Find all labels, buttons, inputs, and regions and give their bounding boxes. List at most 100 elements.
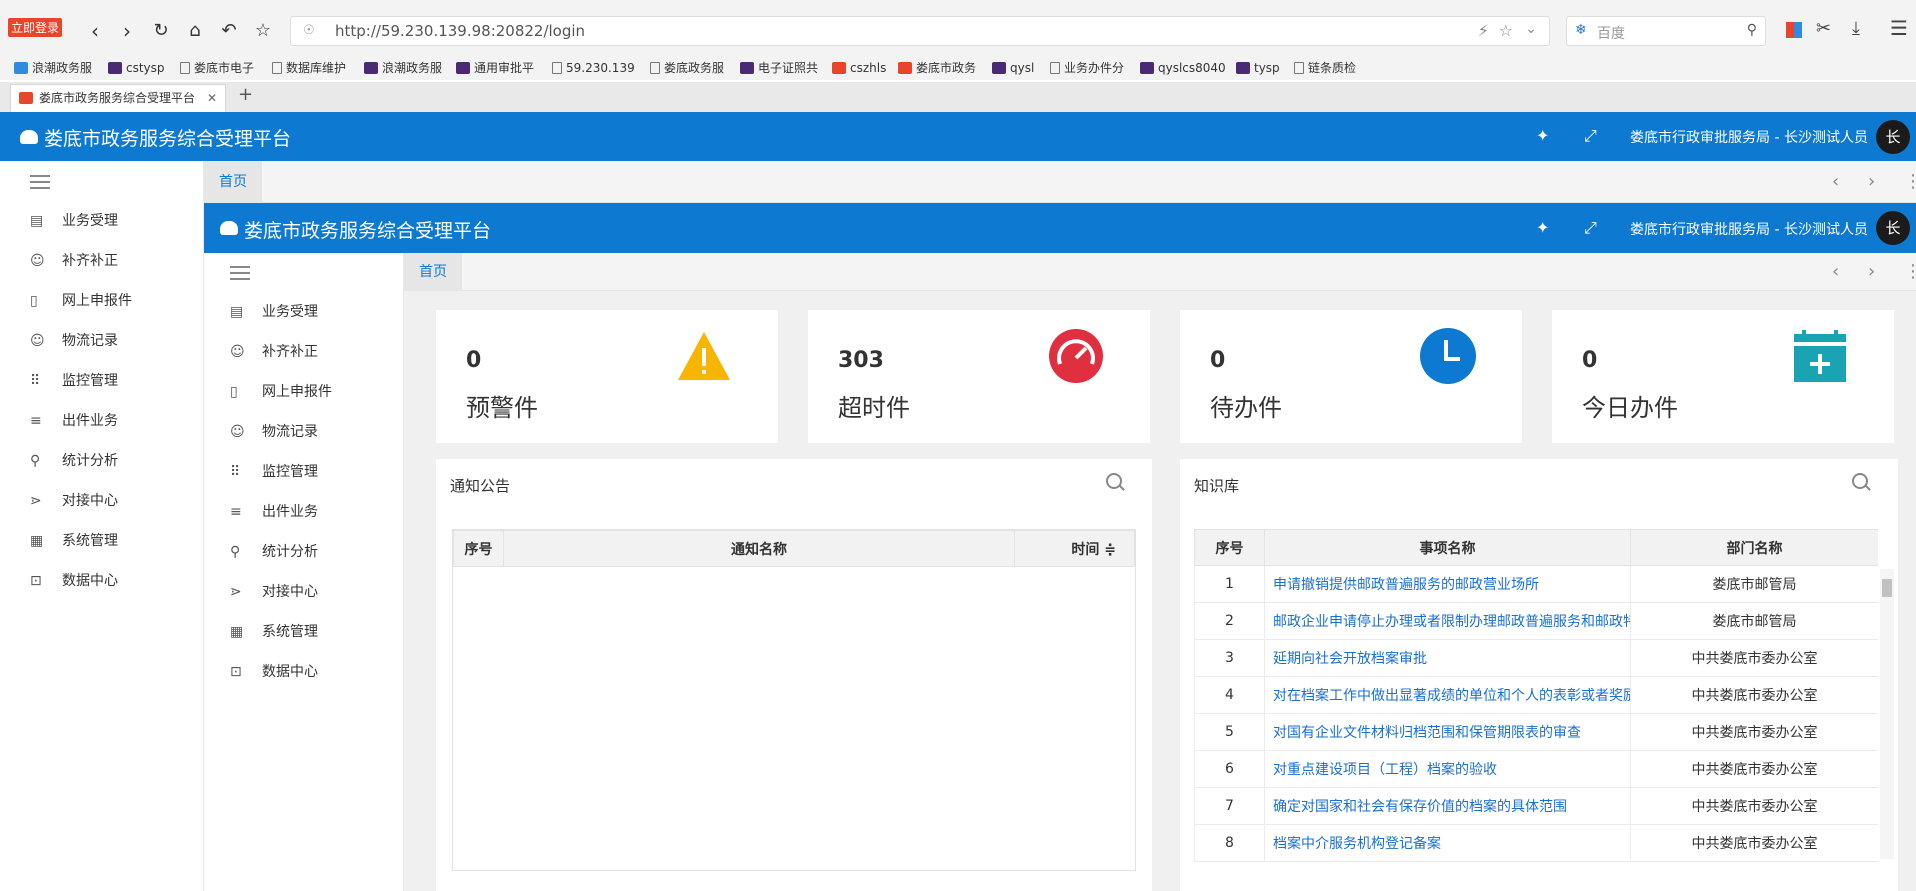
chevron-right-icon[interactable]: ›: [1868, 171, 1875, 192]
sidebar-item-outgoing[interactable]: ≡ 出件业务: [0, 401, 200, 441]
bookmark-item[interactable]: qysl: [992, 59, 1036, 77]
user-info[interactable]: 娄底市行政审批服务局 - 长沙测试人员: [1630, 127, 1868, 147]
item-link[interactable]: 延期向社会开放档案审批: [1264, 639, 1631, 677]
bookmark-item[interactable]: qyslcs8040: [1140, 59, 1226, 77]
undo-icon[interactable]: ↶: [216, 18, 242, 44]
hamburger-icon[interactable]: [30, 175, 50, 189]
table-row[interactable]: 3 延期向社会开放档案审批 中共娄底市委办公室: [1194, 639, 1878, 677]
apps-grid-icon[interactable]: [1786, 22, 1802, 38]
sidebar-item-logistics[interactable]: ☺ 物流记录: [0, 321, 200, 361]
forward-icon[interactable]: ›: [114, 18, 140, 44]
inner-sidebar-item-monitor[interactable]: ⠿ 监控管理: [204, 452, 404, 492]
item-link[interactable]: 对重点建设项目（工程）档案的验收: [1264, 750, 1631, 788]
item-link[interactable]: 申请撤销提供邮政普遍服务的邮政营业场所: [1264, 565, 1631, 603]
bookmark-item[interactable]: 浪潮政务服: [364, 59, 446, 77]
stat-card-overdue[interactable]: 303 超时件: [808, 310, 1150, 443]
sidebar-item-business[interactable]: ▤ 业务受理: [0, 201, 200, 241]
home-icon[interactable]: ⌂: [182, 18, 208, 44]
fullscreen-icon[interactable]: ⤢: [1584, 126, 1597, 146]
bookmark-item[interactable]: 电子证照共: [740, 59, 820, 77]
sidebar-item-system[interactable]: ▦ 系统管理: [0, 521, 200, 561]
sidebar-item-supplement[interactable]: ☺ 补齐补正: [0, 241, 200, 281]
refresh-icon[interactable]: ↻: [148, 18, 174, 44]
bookmark-item[interactable]: 链条质检: [1294, 59, 1370, 77]
item-link[interactable]: 确定对国家和社会有保存价值的档案的具体范围: [1264, 787, 1631, 825]
bookmark-item[interactable]: 浪潮政务服: [14, 59, 96, 77]
scrollbar[interactable]: [1880, 569, 1894, 859]
sidebar-item-monitor[interactable]: ⠿ 监控管理: [0, 361, 200, 401]
star-icon[interactable]: ☆: [250, 18, 276, 44]
url-text[interactable]: http://59.230.139.98:20822/login: [335, 22, 585, 40]
inner-avatar[interactable]: 长: [1876, 211, 1910, 245]
back-icon[interactable]: ‹: [82, 18, 108, 44]
browser-tab[interactable]: 娄底市政务服务综合受理平台 ✕: [10, 84, 226, 112]
address-bar[interactable]: ☉ http://59.230.139.98:20822/login ⚡ ☆ ⌄: [290, 16, 1550, 46]
table-row[interactable]: 8 档案中介服务机构登记备案 中共娄底市委办公室: [1194, 824, 1878, 862]
chevron-left-icon[interactable]: ‹: [1832, 261, 1839, 282]
bookmark-item[interactable]: cszhls: [832, 59, 890, 77]
stat-card-warning[interactable]: 0 预警件: [436, 310, 778, 443]
table-row[interactable]: 4 对在档案工作中做出显著成绩的单位和个人的表彰或者奖励 中共娄底市委办公室: [1194, 676, 1878, 714]
download-icon[interactable]: ⤓: [1852, 18, 1860, 39]
chevron-left-icon[interactable]: ‹: [1832, 171, 1839, 192]
bookmark-item[interactable]: 娄底市电子: [180, 59, 258, 77]
table-row[interactable]: 2 邮政企业申请停止办理或者限制办理邮政普遍服务和邮政特 娄底市邮管局: [1194, 602, 1878, 640]
bookmark-item[interactable]: 数据库维护: [272, 59, 352, 77]
magic-wand-icon[interactable]: ✦: [1536, 218, 1549, 237]
chevron-right-icon[interactable]: ›: [1868, 261, 1875, 282]
chevron-down-icon[interactable]: ⌄: [1525, 21, 1537, 37]
sidebar-item-online[interactable]: ▯ 网上申报件: [0, 281, 200, 321]
inner-sidebar-item-system[interactable]: ▦ 系统管理: [204, 612, 404, 652]
stat-card-today[interactable]: 0 今日办件: [1552, 310, 1894, 443]
table-row[interactable]: 1 申请撤销提供邮政普遍服务的邮政营业场所 娄底市邮管局: [1194, 565, 1878, 603]
hamburger-icon[interactable]: [230, 266, 250, 280]
inner-sidebar-item-outgoing[interactable]: ≡ 出件业务: [204, 492, 404, 532]
column-header-sortable[interactable]: 时间 ≑: [1014, 530, 1135, 567]
inner-sidebar-item-supplement[interactable]: ☺ 补齐补正: [204, 332, 404, 372]
scissors-icon[interactable]: ✂: [1816, 18, 1831, 39]
sidebar-item-integration[interactable]: ⋗ 对接中心: [0, 481, 200, 521]
table-row[interactable]: 7 确定对国家和社会有保存价值的档案的具体范围 中共娄底市委办公室: [1194, 787, 1878, 825]
search-icon[interactable]: ⚲: [1747, 22, 1757, 38]
bookmark-item[interactable]: tysp: [1236, 59, 1282, 77]
inner-sidebar-item-business[interactable]: ▤ 业务受理: [204, 292, 404, 332]
item-link[interactable]: 邮政企业申请停止办理或者限制办理邮政普遍服务和邮政特: [1264, 602, 1631, 640]
table-row[interactable]: 6 对重点建设项目（工程）档案的验收 中共娄底市委办公室: [1194, 750, 1878, 788]
close-icon[interactable]: ✕: [207, 85, 217, 111]
favorite-icon[interactable]: ☆: [1499, 21, 1513, 40]
tab-home[interactable]: 首页: [204, 161, 262, 203]
scrollbar-thumb[interactable]: [1882, 579, 1892, 597]
stat-card-pending[interactable]: 0 待办件: [1180, 310, 1522, 443]
item-link[interactable]: 对国有企业文件材料归档范围和保管期限表的审查: [1264, 713, 1631, 751]
inner-sidebar-item-online[interactable]: ▯ 网上申报件: [204, 372, 404, 412]
item-link[interactable]: 对在档案工作中做出显著成绩的单位和个人的表彰或者奖励: [1264, 676, 1631, 714]
menu-icon[interactable]: ☰: [1890, 16, 1908, 40]
bookmark-item[interactable]: 娄底政务服: [650, 59, 730, 77]
login-badge[interactable]: 立即登录: [8, 18, 63, 37]
search-icon[interactable]: [1106, 473, 1122, 489]
table-row[interactable]: 5 对国有企业文件材料归档范围和保管期限表的审查 中共娄底市委办公室: [1194, 713, 1878, 751]
new-tab-button[interactable]: +: [238, 84, 253, 105]
bookmark-item[interactable]: 59.230.139: [552, 59, 634, 77]
item-link[interactable]: 档案中介服务机构登记备案: [1264, 824, 1631, 862]
inner-sidebar-item-logistics[interactable]: ☺ 物流记录: [204, 412, 404, 452]
avatar[interactable]: 长: [1876, 120, 1910, 154]
inner-tab-home[interactable]: 首页: [404, 253, 462, 291]
magic-wand-icon[interactable]: ✦: [1536, 126, 1549, 145]
sidebar-item-statistics[interactable]: ⚲ 统计分析: [0, 441, 200, 481]
more-vertical-icon[interactable]: ⋮: [1904, 261, 1916, 282]
inner-sidebar-item-statistics[interactable]: ⚲ 统计分析: [204, 532, 404, 572]
bookmark-item[interactable]: 业务办件分: [1050, 59, 1130, 77]
inner-sidebar-item-integration[interactable]: ⋗ 对接中心: [204, 572, 404, 612]
inner-user-info[interactable]: 娄底市行政审批服务局 - 长沙测试人员: [1630, 219, 1868, 239]
fullscreen-icon[interactable]: ⤢: [1584, 218, 1597, 238]
lightning-icon[interactable]: ⚡: [1478, 21, 1489, 40]
more-vertical-icon[interactable]: ⋮: [1904, 171, 1916, 192]
bookmark-item[interactable]: 娄底市政务: [898, 59, 978, 77]
bookmark-item[interactable]: cstysp: [108, 59, 170, 77]
inner-sidebar-item-data[interactable]: ⊡ 数据中心: [204, 652, 404, 692]
search-box[interactable]: ❄ 百度 ⚲: [1566, 16, 1766, 46]
sidebar-item-data[interactable]: ⊡ 数据中心: [0, 561, 200, 601]
search-icon[interactable]: [1852, 473, 1868, 489]
bookmark-item[interactable]: 通用审批平: [456, 59, 538, 77]
